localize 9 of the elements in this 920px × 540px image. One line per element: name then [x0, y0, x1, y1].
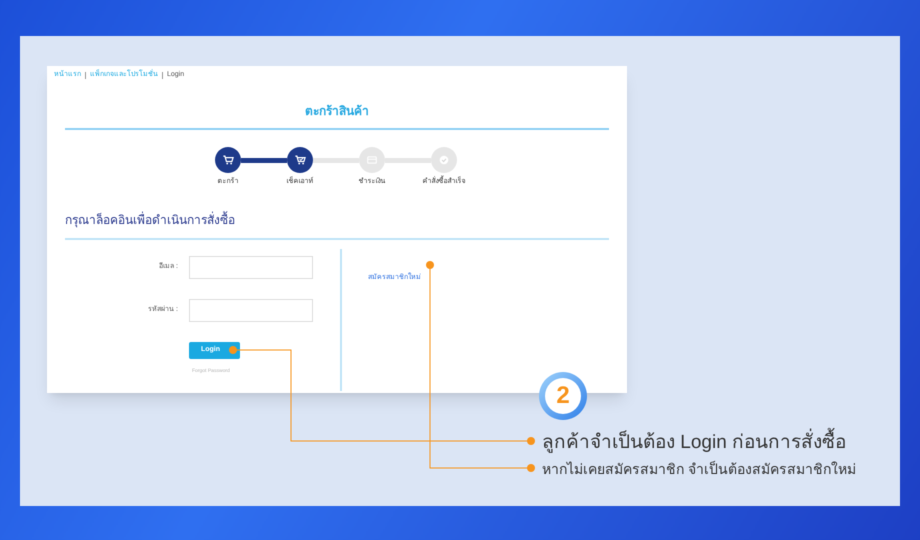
input-field[interactable] — [189, 256, 313, 278]
callout-text: หากไม่เคยสมัครสมาชิก จำเป็นต้องสมัครสมาชิกใหม่ — [542, 460, 856, 479]
callout-text: ลูกค้าจำเป็นต้อง Login ก่อนการสั่งซื้อ — [542, 429, 846, 458]
cart-check-icon — [293, 153, 307, 167]
login-heading: กรุณาล็อคอินเพื่อดำเนินการสั่งซื้อ — [65, 212, 235, 226]
input-field[interactable] — [189, 298, 313, 322]
cart-icon — [221, 153, 235, 167]
check-circle-icon — [437, 153, 451, 167]
page-title: ตะกร้าสินค้า — [305, 103, 369, 120]
